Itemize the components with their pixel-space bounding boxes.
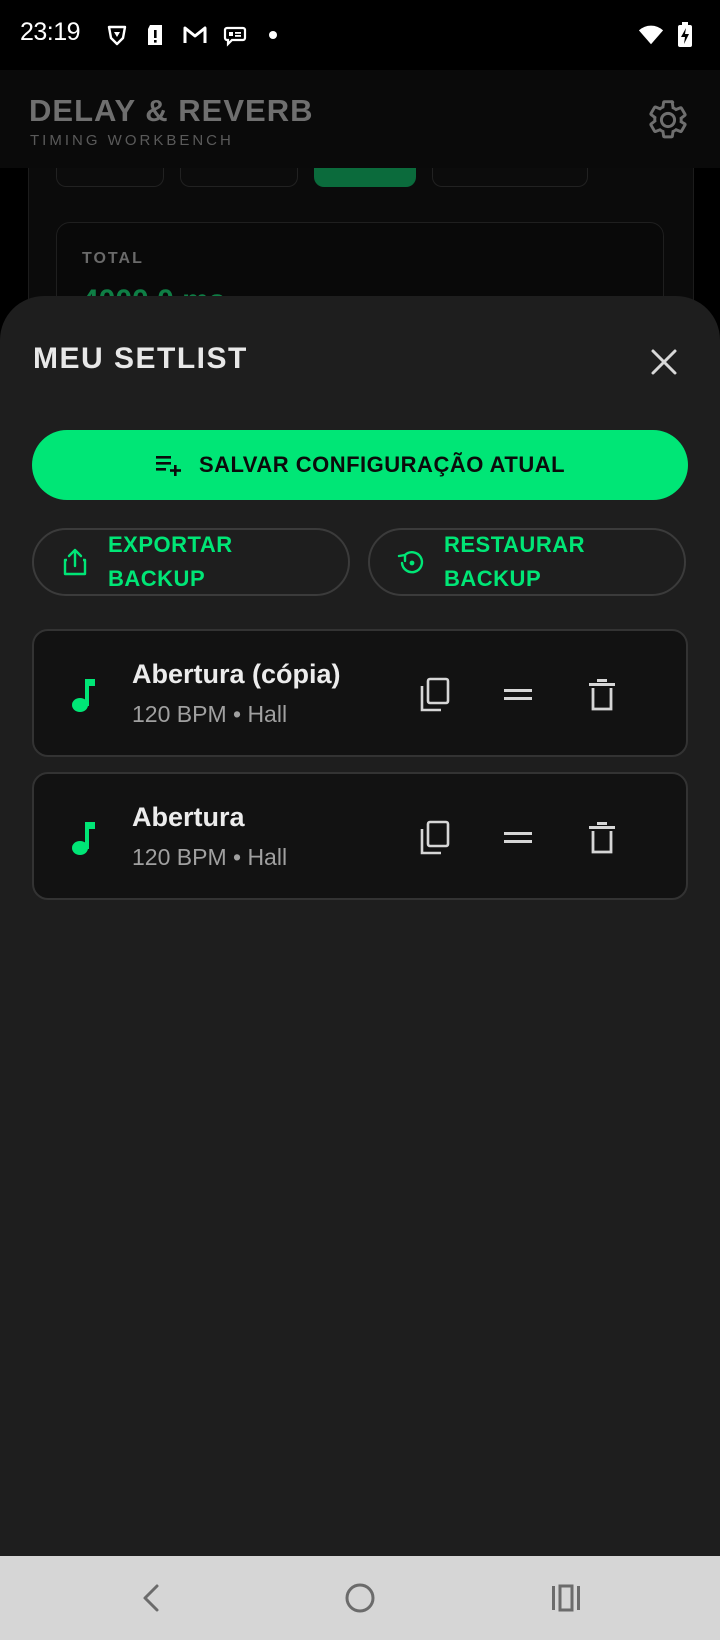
app-subtitle: TIMING WORKBENCH bbox=[30, 132, 234, 149]
status-time: 23:19 bbox=[20, 18, 81, 46]
sheet-title: MEU SETLIST bbox=[33, 342, 248, 375]
settings-gear-icon[interactable] bbox=[646, 98, 690, 142]
restore-backup-button[interactable]: RESTAURAR BACKUP bbox=[368, 528, 686, 596]
background-tab bbox=[56, 168, 164, 187]
song-meta: 120 BPM • Hall bbox=[132, 701, 288, 727]
export-backup-button[interactable]: EXPORTAR BACKUP bbox=[32, 528, 350, 596]
background-total-label: TOTAL bbox=[82, 250, 144, 267]
sim-alert-icon bbox=[142, 22, 168, 48]
back-nav-icon[interactable] bbox=[132, 1578, 172, 1618]
export-label: EXPORTAR BACKUP bbox=[108, 532, 233, 591]
wifi-icon bbox=[638, 22, 664, 48]
delete-icon[interactable] bbox=[582, 675, 622, 715]
setlist-item[interactable]: Abertura 120 BPM • Hall bbox=[32, 772, 688, 900]
song-name: Abertura bbox=[132, 802, 245, 832]
brave-icon bbox=[104, 22, 130, 48]
delete-icon[interactable] bbox=[582, 818, 622, 858]
close-icon[interactable] bbox=[644, 342, 684, 382]
battery-charging-icon bbox=[672, 22, 698, 48]
song-meta: 120 BPM • Hall bbox=[132, 844, 288, 870]
background-tab bbox=[432, 168, 588, 187]
setlist-item[interactable]: Abertura (cópia) 120 BPM • Hall bbox=[32, 629, 688, 757]
save-button-label: SALVAR CONFIGURAÇÃO ATUAL bbox=[198, 452, 566, 477]
restore-icon bbox=[396, 547, 426, 577]
home-nav-icon[interactable] bbox=[340, 1578, 380, 1618]
restore-label: RESTAURAR BACKUP bbox=[444, 532, 585, 591]
playlist-add-icon bbox=[155, 453, 183, 477]
background-tab-active bbox=[314, 168, 416, 187]
duplicate-icon[interactable] bbox=[414, 675, 454, 715]
dot-icon bbox=[260, 22, 286, 48]
save-current-config-button[interactable]: SALVAR CONFIGURAÇÃO ATUAL bbox=[32, 430, 688, 500]
drag-handle-icon[interactable] bbox=[498, 818, 538, 858]
recents-nav-icon[interactable] bbox=[546, 1578, 586, 1618]
music-note-icon bbox=[66, 818, 102, 858]
message-icon bbox=[222, 22, 248, 48]
song-name: Abertura (cópia) bbox=[132, 659, 341, 689]
duplicate-icon[interactable] bbox=[414, 818, 454, 858]
share-icon bbox=[60, 547, 90, 577]
gmail-icon bbox=[182, 22, 208, 48]
music-note-icon bbox=[66, 675, 102, 715]
background-tab bbox=[180, 168, 298, 187]
drag-handle-icon[interactable] bbox=[498, 675, 538, 715]
app-title: DELAY & REVERB bbox=[29, 93, 314, 128]
